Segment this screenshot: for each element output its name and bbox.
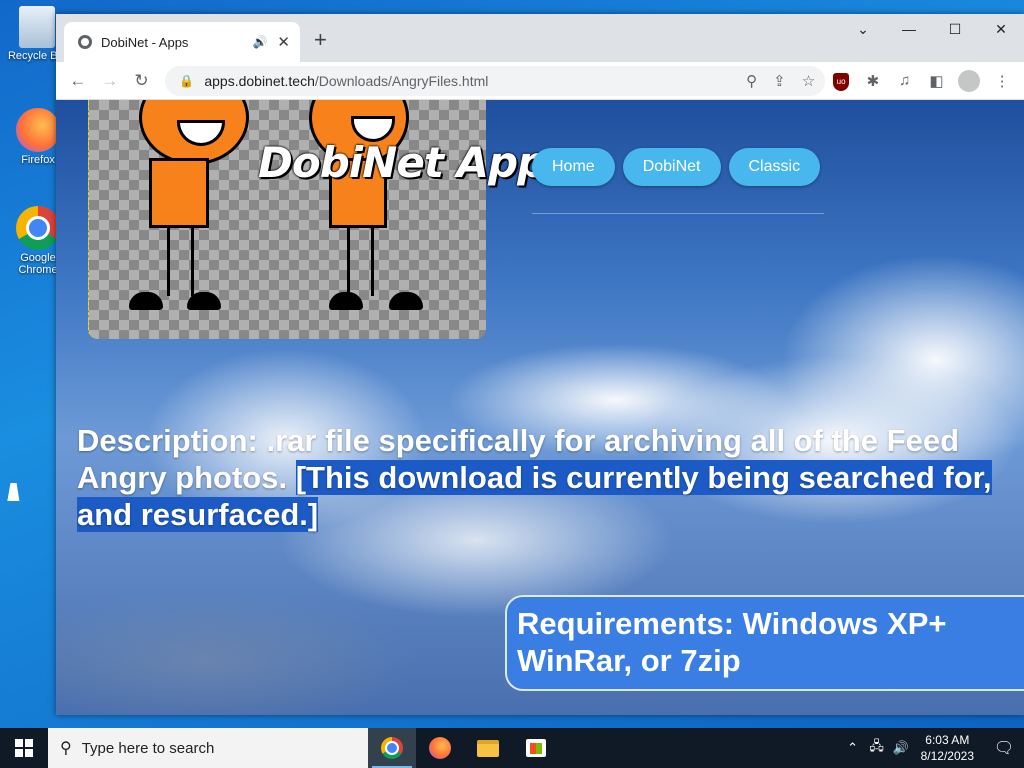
zoom-search-icon[interactable]: ⚲: [746, 72, 757, 90]
new-tab-button[interactable]: +: [314, 27, 327, 53]
taskbar-store[interactable]: [512, 728, 560, 768]
tab-dobinet-apps[interactable]: DobiNet - Apps 🔊 ✕: [64, 22, 300, 62]
speaker-icon[interactable]: 🔊: [252, 35, 267, 49]
minimize-button[interactable]: —: [886, 14, 932, 46]
reload-button[interactable]: ↻: [126, 71, 158, 91]
volume-icon[interactable]: 🔊: [889, 740, 913, 756]
start-button[interactable]: [0, 728, 48, 768]
windows-logo-icon: [15, 739, 33, 757]
window-controls: ⌄ — ☐ ✕: [840, 14, 1024, 46]
url-host: apps.dobinet.tech: [204, 72, 315, 89]
bookmark-star-icon[interactable]: ☆: [802, 72, 815, 90]
system-tray: ⌃ 🖧 🔊 6:03 AM 8/12/2023 🗨: [841, 728, 1024, 768]
download-description: Description: .rar file specifically for …: [77, 422, 1024, 533]
close-window-button[interactable]: ✕: [978, 14, 1024, 46]
media-control-icon[interactable]: ♫: [889, 72, 921, 89]
tab-title: DobiNet - Apps: [101, 34, 189, 50]
feed-angry-characters-image: [88, 100, 486, 339]
taskbar-search-input[interactable]: ⚲ Type here to search: [48, 728, 368, 768]
chrome-icon: [381, 737, 403, 759]
taskbar: ⚲ Type here to search ⌃ 🖧 🔊 6:03 AM 8/12…: [0, 728, 1024, 768]
profile-avatar-icon[interactable]: [958, 69, 981, 92]
clock-date: 8/12/2023: [920, 749, 974, 763]
notification-center-icon[interactable]: 🗨: [984, 738, 1024, 758]
recycle-bin-icon: [19, 6, 55, 48]
taskbar-file-explorer[interactable]: [464, 728, 512, 768]
tab-strip: DobiNet - Apps 🔊 ✕ + ⌄ — ☐ ✕: [56, 14, 1024, 62]
angry-character-right: [299, 100, 459, 330]
forward-button[interactable]: →: [94, 71, 126, 91]
chrome-icon: [16, 206, 60, 250]
tab-close-icon[interactable]: ✕: [277, 33, 290, 51]
taskbar-chrome[interactable]: [368, 728, 416, 768]
mouse-pointer-icon: [7, 483, 23, 501]
address-bar[interactable]: 🔒 apps.dobinet.tech /Downloads/AngryFile…: [165, 65, 826, 96]
requirements-line-2: WinRar, or 7zip: [517, 643, 741, 678]
firefox-icon: [16, 108, 60, 152]
taskbar-firefox[interactable]: [416, 728, 464, 768]
web-page: DobiNet Apps Home DobiNet Classic Descri…: [56, 100, 1024, 715]
globe-icon: [78, 35, 92, 49]
firefox-icon: [429, 737, 451, 759]
site-logo[interactable]: DobiNet Apps: [258, 138, 571, 187]
main-nav: Home DobiNet Classic: [532, 148, 821, 186]
back-button[interactable]: ←: [62, 71, 94, 91]
browser-toolbar: ← → ↻ 🔒 apps.dobinet.tech /Downloads/Ang…: [56, 62, 1024, 100]
ublock-origin-icon[interactable]: uo: [825, 71, 857, 91]
menu-kebab-icon[interactable]: ⋮: [986, 72, 1018, 90]
nav-classic-button[interactable]: Classic: [728, 148, 821, 186]
chevron-up-icon[interactable]: ⌃: [841, 740, 865, 756]
store-icon: [526, 739, 546, 757]
nav-divider: [532, 213, 824, 214]
browser-window: DobiNet - Apps 🔊 ✕ + ⌄ — ☐ ✕ ← → ↻ 🔒 app…: [56, 14, 1024, 715]
nav-home-button[interactable]: Home: [532, 148, 615, 186]
search-icon: ⚲: [60, 740, 72, 757]
angry-character-left: [129, 100, 289, 330]
requirements-line-1: Requirements: Windows XP+: [517, 606, 947, 641]
share-icon[interactable]: ⇪: [773, 72, 786, 90]
side-panel-icon[interactable]: ◧: [921, 72, 953, 90]
clock-time: 6:03 AM: [925, 733, 970, 747]
taskbar-clock[interactable]: 6:03 AM 8/12/2023: [921, 732, 974, 764]
network-icon[interactable]: 🖧: [865, 737, 889, 759]
nav-dobinet-button[interactable]: DobiNet: [622, 148, 721, 186]
url-path: /Downloads/AngryFiles.html: [314, 72, 489, 89]
lock-icon[interactable]: 🔒: [179, 74, 194, 88]
maximize-button[interactable]: ☐: [932, 14, 978, 46]
search-placeholder: Type here to search: [81, 739, 215, 757]
extensions-puzzle-icon[interactable]: ✱: [857, 72, 889, 90]
folder-icon: [477, 739, 499, 757]
tab-search-icon[interactable]: ⌄: [840, 14, 886, 46]
requirements-box: Requirements: Windows XP+ WinRar, or 7zi…: [505, 595, 1024, 691]
